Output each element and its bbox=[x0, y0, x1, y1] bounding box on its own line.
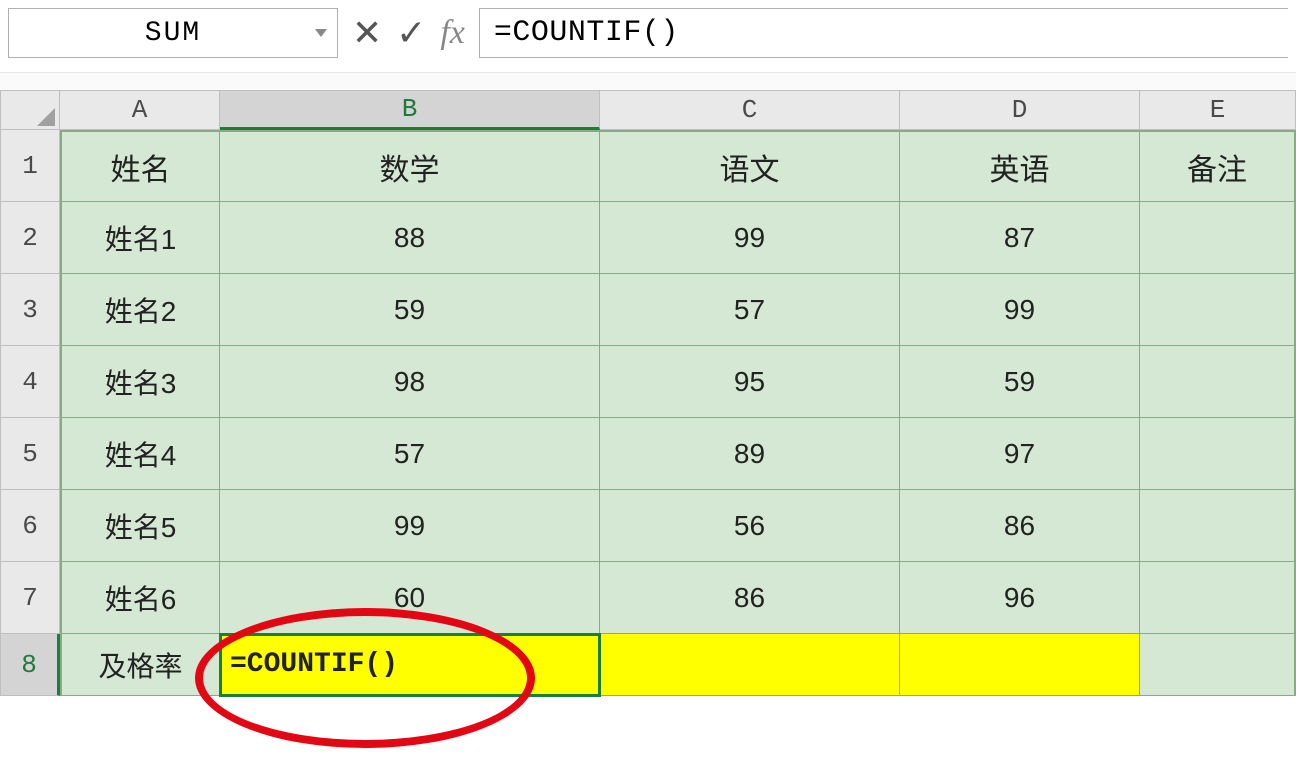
cell-D5[interactable]: 97 bbox=[900, 418, 1140, 490]
cell-A8[interactable]: 及格率 bbox=[60, 634, 220, 696]
cell-A3[interactable]: 姓名2 bbox=[60, 274, 220, 346]
cell-E3[interactable] bbox=[1140, 274, 1296, 346]
col-header-D[interactable]: D bbox=[900, 90, 1140, 130]
cell-A7[interactable]: 姓名6 bbox=[60, 562, 220, 634]
cell-D4[interactable]: 59 bbox=[900, 346, 1140, 418]
cell-D2[interactable]: 87 bbox=[900, 202, 1140, 274]
cell-C5[interactable]: 89 bbox=[600, 418, 900, 490]
cell-B4[interactable]: 98 bbox=[220, 346, 600, 418]
chevron-down-icon[interactable] bbox=[315, 29, 327, 37]
col-header-B[interactable]: B bbox=[220, 90, 600, 130]
row-header-5[interactable]: 5 bbox=[0, 418, 60, 490]
fx-icon[interactable]: fx bbox=[440, 14, 465, 52]
formula-input[interactable]: =COUNTIF() bbox=[479, 8, 1288, 58]
formula-bar-icons: ✕ ✓ fx bbox=[352, 12, 465, 54]
cell-A2[interactable]: 姓名1 bbox=[60, 202, 220, 274]
cell-E7[interactable] bbox=[1140, 562, 1296, 634]
row-header-2[interactable]: 2 bbox=[0, 202, 60, 274]
col-header-C[interactable]: C bbox=[600, 90, 900, 130]
row-header-3[interactable]: 3 bbox=[0, 274, 60, 346]
toolbar-spacer bbox=[0, 72, 1296, 90]
formula-bar: SUM ✕ ✓ fx =COUNTIF() bbox=[0, 0, 1296, 72]
cell-C6[interactable]: 56 bbox=[600, 490, 900, 562]
cell-C7[interactable]: 86 bbox=[600, 562, 900, 634]
select-all-corner[interactable] bbox=[0, 90, 60, 130]
cell-C4[interactable]: 95 bbox=[600, 346, 900, 418]
row-header-4[interactable]: 4 bbox=[0, 346, 60, 418]
cell-B5[interactable]: 57 bbox=[220, 418, 600, 490]
name-box[interactable]: SUM bbox=[8, 8, 338, 58]
col-header-A[interactable]: A bbox=[60, 90, 220, 130]
spreadsheet-grid: A B C D E 1 姓名 数学 语文 英语 备注 2 姓名1 88 99 8… bbox=[0, 90, 1296, 696]
row-header-8[interactable]: 8 bbox=[0, 634, 60, 696]
col-header-E[interactable]: E bbox=[1140, 90, 1296, 130]
cell-C1[interactable]: 语文 bbox=[600, 130, 900, 202]
cell-D3[interactable]: 99 bbox=[900, 274, 1140, 346]
cell-A4[interactable]: 姓名3 bbox=[60, 346, 220, 418]
cell-E8[interactable] bbox=[1140, 634, 1296, 696]
cell-D8[interactable] bbox=[900, 634, 1140, 696]
cell-D7[interactable]: 96 bbox=[900, 562, 1140, 634]
row-header-1[interactable]: 1 bbox=[0, 130, 60, 202]
cell-B7[interactable]: 60 bbox=[220, 562, 600, 634]
cell-D1[interactable]: 英语 bbox=[900, 130, 1140, 202]
cell-B6[interactable]: 99 bbox=[220, 490, 600, 562]
cancel-icon[interactable]: ✕ bbox=[352, 12, 382, 54]
cell-E2[interactable] bbox=[1140, 202, 1296, 274]
cell-B1[interactable]: 数学 bbox=[220, 130, 600, 202]
cell-C8[interactable] bbox=[600, 634, 900, 696]
row-header-6[interactable]: 6 bbox=[0, 490, 60, 562]
cell-C3[interactable]: 57 bbox=[600, 274, 900, 346]
row-header-7[interactable]: 7 bbox=[0, 562, 60, 634]
cell-E6[interactable] bbox=[1140, 490, 1296, 562]
cell-B3[interactable]: 59 bbox=[220, 274, 600, 346]
formula-input-value: =COUNTIF() bbox=[494, 16, 679, 50]
cell-E4[interactable] bbox=[1140, 346, 1296, 418]
cell-A1[interactable]: 姓名 bbox=[60, 130, 220, 202]
cell-E5[interactable] bbox=[1140, 418, 1296, 490]
cell-A5[interactable]: 姓名4 bbox=[60, 418, 220, 490]
confirm-icon[interactable]: ✓ bbox=[396, 12, 426, 54]
name-box-value: SUM bbox=[145, 18, 201, 49]
cell-B2[interactable]: 88 bbox=[220, 202, 600, 274]
cell-A6[interactable]: 姓名5 bbox=[60, 490, 220, 562]
cell-B8[interactable]: =COUNTIF() bbox=[220, 634, 600, 696]
cell-E1[interactable]: 备注 bbox=[1140, 130, 1296, 202]
cell-D6[interactable]: 86 bbox=[900, 490, 1140, 562]
cell-C2[interactable]: 99 bbox=[600, 202, 900, 274]
